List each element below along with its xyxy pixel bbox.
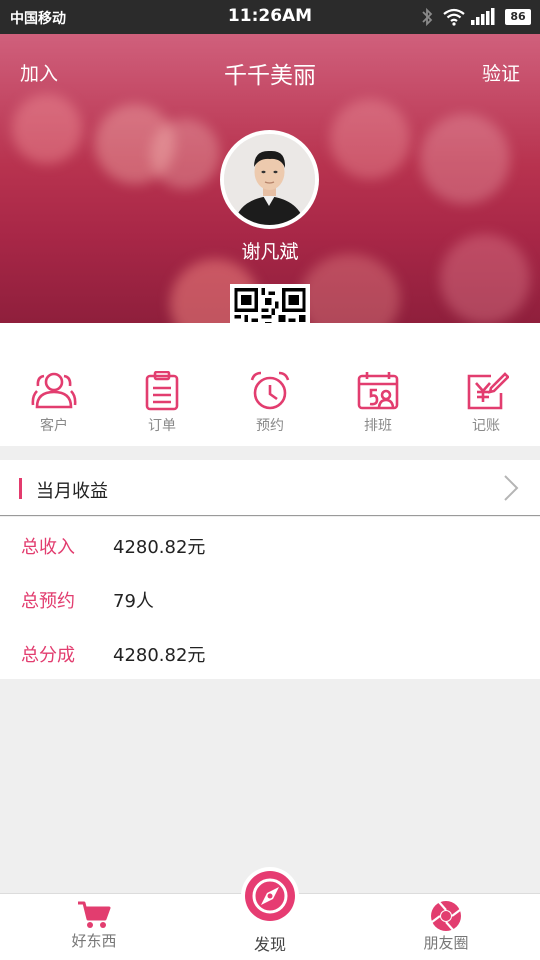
wifi-icon <box>443 8 465 30</box>
quick-menu: 客户 订单 预约 排班 记账 <box>0 323 540 446</box>
quick-menu-bookkeeping[interactable]: 记账 <box>432 371 540 435</box>
quick-menu-label: 预约 <box>256 418 284 434</box>
income-value: 79人 <box>113 591 154 612</box>
tab-discover[interactable] <box>241 867 299 925</box>
user-name: 谢凡斌 <box>241 241 299 263</box>
income-label: 总预约 <box>21 591 75 612</box>
bokeh-decoration <box>420 114 510 204</box>
income-value: 4280.82元 <box>113 537 206 558</box>
quick-menu-label: 记账 <box>472 418 500 434</box>
income-row: 总收入 4280.82元 <box>0 517 540 571</box>
chevron-right-icon <box>502 474 520 506</box>
income-label: 总收入 <box>21 537 75 558</box>
battery-icon: 86 <box>505 9 531 25</box>
carrier-label: 中国移动 <box>10 11 66 27</box>
quick-menu-customers[interactable]: 客户 <box>0 371 108 435</box>
quick-menu-label: 订单 <box>148 418 176 434</box>
alarm-clock-icon <box>250 371 290 410</box>
bokeh-decoration <box>150 119 220 189</box>
bluetooth-icon <box>420 7 434 31</box>
avatar[interactable] <box>220 130 319 229</box>
income-label: 总分成 <box>21 645 75 666</box>
tab-goods[interactable]: 好东西 <box>56 900 132 951</box>
bokeh-decoration <box>12 94 82 164</box>
schedule-icon <box>357 372 399 410</box>
orders-icon <box>145 371 179 411</box>
quick-menu-label: 排班 <box>364 418 392 434</box>
signal-icon <box>471 8 498 29</box>
income-value: 4280.82元 <box>113 645 206 666</box>
compass-icon <box>252 878 288 914</box>
section-marker <box>19 478 22 499</box>
verify-button[interactable]: 验证 <box>482 59 520 86</box>
tab-label: 发现 <box>253 935 286 954</box>
bokeh-decoration <box>300 254 400 323</box>
income-list: 总收入 4280.82元 总预约 79人 总分成 4280.82元 <box>0 517 540 679</box>
quick-menu-label: 客户 <box>40 418 68 434</box>
income-row: 总分成 4280.82元 <box>0 625 540 679</box>
section-title: 当月收益 <box>36 481 108 502</box>
join-button[interactable]: 加入 <box>20 59 58 86</box>
monthly-income-header[interactable]: 当月收益 <box>0 460 540 516</box>
bookkeeping-icon <box>467 372 509 410</box>
quick-menu-schedule[interactable]: 排班 <box>324 371 432 435</box>
quick-menu-appointment[interactable]: 预约 <box>216 371 324 435</box>
tab-label: 朋友圈 <box>423 934 469 952</box>
profile-header: 加入 千千美丽 验证 谢凡斌 <box>0 34 540 323</box>
status-bar: 中国移动 11:26AM 86 <box>0 0 540 34</box>
tab-label: 好东西 <box>71 932 117 950</box>
income-row: 总预约 79人 <box>0 571 540 625</box>
aperture-icon <box>431 901 461 931</box>
bokeh-decoration <box>330 99 410 179</box>
customers-icon <box>31 372 77 409</box>
cart-icon <box>78 901 111 928</box>
tab-moments[interactable]: 朋友圈 <box>408 900 484 953</box>
page-title: 千千美丽 <box>224 63 316 89</box>
quick-menu-orders[interactable]: 订单 <box>108 371 216 435</box>
